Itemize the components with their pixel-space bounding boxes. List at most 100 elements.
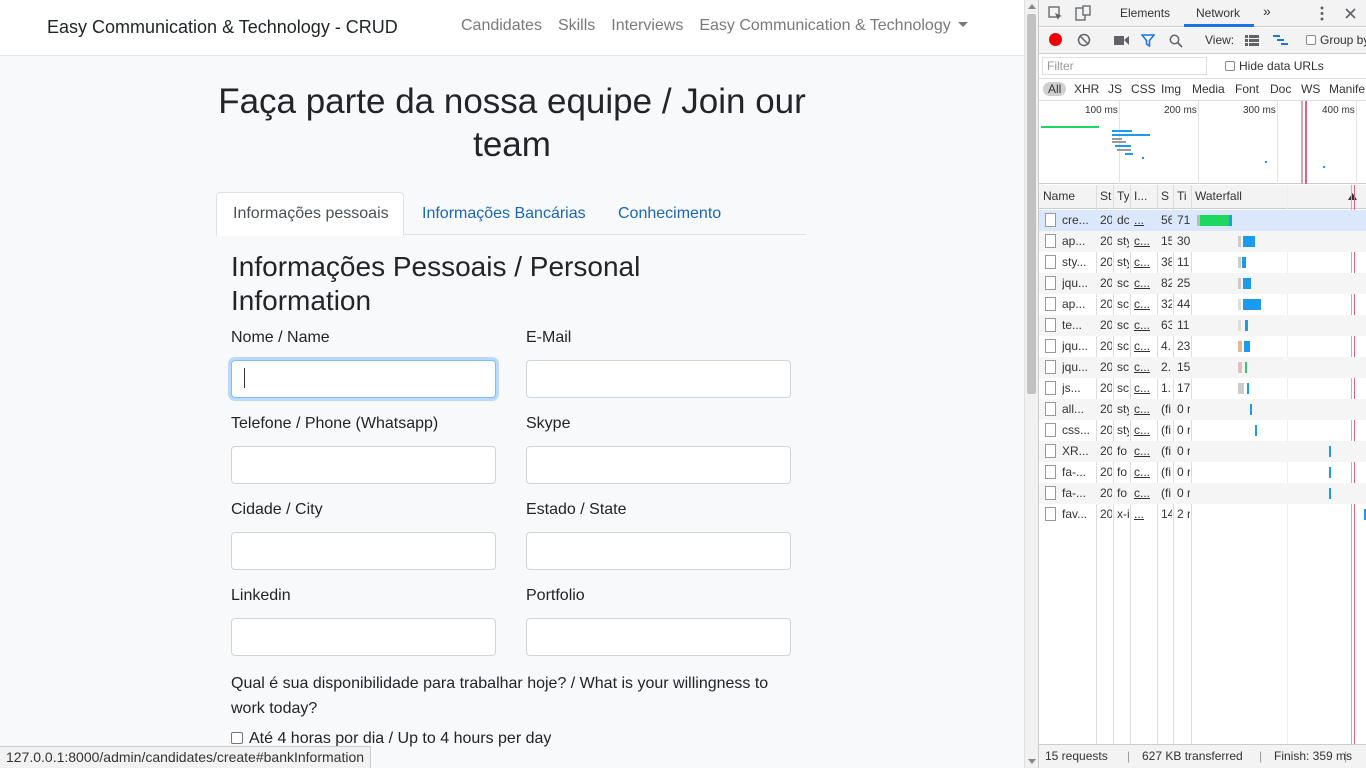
name-input[interactable] (231, 360, 496, 398)
request-initiator[interactable]: c... (1134, 486, 1156, 500)
hide-data-urls-checkbox[interactable] (1225, 61, 1235, 71)
type-filter-all[interactable]: All (1043, 82, 1067, 96)
kebab-menu-icon[interactable] (1319, 6, 1325, 21)
request-row[interactable]: te... 20 sc c... 63 11 (1039, 315, 1366, 336)
request-initiator[interactable]: c... (1134, 255, 1156, 269)
waterfall-view-icon[interactable] (1273, 35, 1288, 46)
close-devtools-icon[interactable] (1345, 8, 1356, 19)
nav-link-skills[interactable]: Skills (550, 17, 603, 35)
type-filter-media[interactable]: Media (1192, 82, 1225, 96)
type-filter-manifest[interactable]: Manife (1329, 82, 1365, 96)
nav-link-interviews[interactable]: Interviews (603, 17, 691, 35)
request-row[interactable]: all... 20 sty c... (fi 0 r (1039, 399, 1366, 420)
column-type[interactable]: Ty (1117, 189, 1129, 203)
email-input[interactable] (526, 360, 791, 398)
type-filter-img[interactable]: Img (1161, 82, 1181, 96)
search-icon[interactable] (1169, 34, 1183, 48)
request-initiator[interactable]: c... (1134, 276, 1156, 290)
request-initiator[interactable]: c... (1134, 423, 1156, 437)
group-by-option[interactable]: Group by (1306, 33, 1366, 47)
devtools-tab-elements[interactable]: Elements (1120, 6, 1170, 20)
request-row[interactable]: css... 20 sty c... (fi 0 r (1039, 420, 1366, 441)
request-row[interactable]: fa-... 20 fo c... (fi 0 r (1039, 462, 1366, 483)
type-filter-js[interactable]: JS (1108, 82, 1122, 96)
request-initiator[interactable]: ... (1134, 213, 1156, 227)
request-initiator[interactable]: ... (1134, 507, 1156, 521)
request-name: jqu... (1062, 360, 1089, 374)
more-tabs-icon[interactable]: » (1263, 3, 1271, 19)
file-icon (1045, 339, 1056, 353)
request-row[interactable]: cre... 20 dc... 56 71 (1039, 210, 1366, 231)
hide-data-urls-option[interactable]: Hide data URLs (1225, 59, 1324, 73)
request-type: sc (1117, 381, 1129, 395)
page-scrollbar[interactable] (1024, 0, 1038, 768)
tab-bank-info[interactable]: Informações Bancárias (405, 192, 603, 235)
request-initiator[interactable]: c... (1134, 381, 1156, 395)
tab-knowledge[interactable]: Conhecimento (601, 192, 738, 235)
scroll-down-icon[interactable] (1028, 759, 1036, 764)
request-initiator[interactable]: c... (1134, 444, 1156, 458)
request-row[interactable]: ap... 20 sty c... 15 30 (1039, 231, 1366, 252)
group-by-checkbox[interactable] (1306, 35, 1316, 45)
request-initiator[interactable]: c... (1134, 234, 1156, 248)
type-filter-font[interactable]: Font (1235, 82, 1259, 96)
column-waterfall[interactable]: Waterfall (1195, 189, 1295, 203)
filter-funnel-icon[interactable] (1141, 34, 1155, 47)
column-initiator[interactable]: I... (1134, 189, 1156, 203)
tab-personal-info[interactable]: Informações pessoais (216, 192, 404, 236)
overview-bar (1265, 161, 1267, 163)
request-row[interactable]: fa-... 20 fo c... (fi 0 r (1039, 483, 1366, 504)
request-initiator[interactable]: c... (1134, 318, 1156, 332)
waterfall-bar (1238, 362, 1242, 373)
waterfall-bar (1329, 446, 1331, 457)
clear-icon[interactable] (1077, 33, 1091, 47)
availability-checkbox[interactable] (231, 732, 243, 744)
request-initiator[interactable]: c... (1134, 339, 1156, 353)
state-input[interactable] (526, 532, 791, 570)
screenshot-camera-icon[interactable] (1114, 35, 1129, 46)
type-filter-css[interactable]: CSS (1131, 82, 1156, 96)
request-initiator[interactable]: c... (1134, 360, 1156, 374)
type-filter-doc[interactable]: Doc (1270, 82, 1291, 96)
phone-input[interactable] (231, 446, 496, 484)
portfolio-label: Portfolio (526, 587, 585, 604)
sort-ascending-icon[interactable] (1348, 193, 1357, 200)
type-filter-ws[interactable]: WS (1301, 82, 1320, 96)
list-view-icon[interactable] (1245, 35, 1259, 46)
waterfall-bar (1238, 320, 1241, 331)
request-row[interactable]: js... 20 sc c... 1. 17 (1039, 378, 1366, 399)
request-row[interactable]: jqu... 20 sc c... 4. 23 (1039, 336, 1366, 357)
linkedin-input[interactable] (231, 618, 496, 656)
request-row[interactable]: fav... 20 x-i... 14 2 r (1039, 504, 1366, 525)
nav-dropdown-company[interactable]: Easy Communication & Technology (691, 17, 975, 35)
request-initiator[interactable]: c... (1134, 297, 1156, 311)
skype-input[interactable] (526, 446, 791, 484)
request-name: te... (1062, 318, 1083, 332)
request-row[interactable]: sty... 20 sty c... 38 11 (1039, 252, 1366, 273)
request-initiator[interactable]: c... (1134, 402, 1156, 416)
portfolio-input[interactable] (526, 618, 791, 656)
request-row[interactable]: jqu... 20 sc c... 2. 15 (1039, 357, 1366, 378)
request-row[interactable]: jqu... 20 sc c... 82 25 (1039, 273, 1366, 294)
overview-bar (1117, 149, 1131, 151)
column-time[interactable]: Ti (1177, 189, 1187, 203)
city-input[interactable] (231, 532, 496, 570)
device-toolbar-icon[interactable] (1075, 5, 1091, 21)
nav-link-candidates[interactable]: Candidates (453, 17, 550, 35)
network-overview-timeline[interactable]: 100 ms 200 ms 300 ms 400 ms (1039, 101, 1366, 184)
column-status[interactable]: St (1100, 189, 1112, 203)
request-row[interactable]: ap... 20 sc c... 32 44 (1039, 294, 1366, 315)
record-icon[interactable] (1049, 33, 1062, 46)
filter-input[interactable]: Filter (1042, 57, 1207, 75)
column-name[interactable]: Name (1043, 189, 1095, 203)
devtools-tab-network[interactable]: Network (1196, 6, 1240, 20)
navbar-brand[interactable]: Easy Communication & Technology - CRUD (47, 17, 398, 38)
request-row[interactable]: XR... 20 fo c... (fi 0 r (1039, 441, 1366, 462)
scrollbar-thumb[interactable] (1027, 14, 1036, 394)
column-size[interactable]: S (1161, 189, 1171, 203)
inspect-element-icon[interactable] (1048, 6, 1063, 21)
request-status: 20 (1100, 486, 1112, 500)
request-initiator[interactable]: c... (1134, 465, 1156, 479)
type-filter-xhr[interactable]: XHR (1074, 82, 1099, 96)
scroll-up-icon[interactable] (1028, 4, 1036, 9)
